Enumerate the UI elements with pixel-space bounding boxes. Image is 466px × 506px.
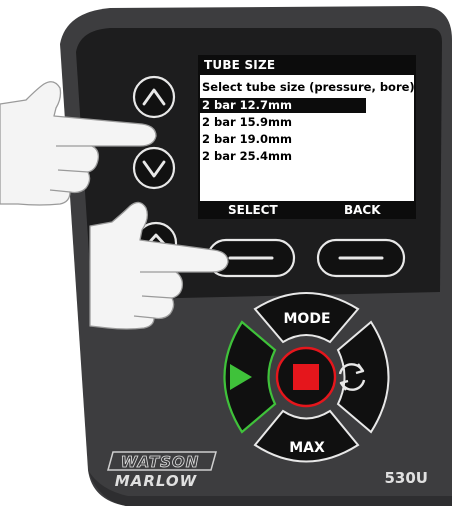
tube-option[interactable]: 2 bar 12.7mm	[200, 98, 366, 113]
lcd-screen: TUBE SIZE Select tube size (pressure, bo…	[198, 55, 416, 219]
screen-title: TUBE SIZE	[204, 58, 276, 72]
up-button[interactable]	[132, 75, 176, 119]
tube-option[interactable]: 2 bar 25.4mm	[200, 149, 292, 164]
tube-option[interactable]: 2 bar 19.0mm	[200, 132, 292, 147]
softkey-back-label: BACK	[344, 203, 381, 217]
softkey-right-button[interactable]	[316, 238, 406, 278]
brand-line2: MARLOW	[115, 472, 198, 490]
max-label: MAX	[289, 440, 325, 456]
brand-line1: WATSON	[121, 453, 200, 471]
stop-button[interactable]	[275, 346, 337, 408]
screen-prompt: Select tube size (pressure, bore)	[202, 80, 415, 94]
tube-option[interactable]: 2 bar 15.9mm	[200, 115, 292, 130]
model-number: 530U	[385, 469, 429, 487]
screen-body: Select tube size (pressure, bore) 2 bar …	[200, 75, 415, 201]
mode-label: MODE	[283, 311, 330, 327]
stop-icon	[293, 364, 319, 390]
softkey-select-label: SELECT	[228, 203, 278, 217]
down-button[interactable]	[132, 146, 176, 190]
